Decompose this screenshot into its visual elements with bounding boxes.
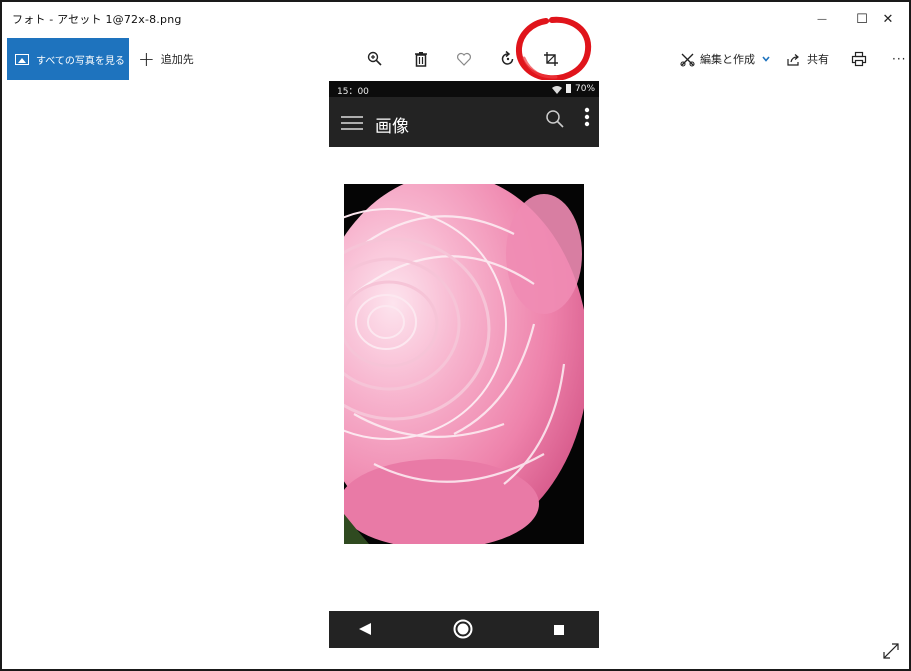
see-all-photos-button[interactable]: すべての写真を見る [7, 38, 129, 80]
phone-status-bar: 15：00 70% [329, 81, 599, 97]
more-button[interactable]: ··· [892, 38, 906, 80]
minimize-button[interactable]: — [802, 6, 842, 32]
print-icon [851, 51, 867, 67]
fullscreen-button[interactable] [881, 641, 901, 661]
share-button[interactable]: 共有 [786, 38, 829, 80]
add-to-button[interactable]: + 追加先 [138, 38, 194, 80]
share-label: 共有 [807, 53, 829, 66]
print-button[interactable] [851, 38, 867, 80]
recents-icon [554, 625, 564, 635]
phone-app-title: 画像 [375, 117, 409, 137]
more-icon: ··· [892, 52, 907, 66]
zoom-icon [367, 51, 382, 66]
title-bar: フォト - アセット 1@72x-8.png — ☐ ✕ [2, 2, 909, 36]
maximize-icon: ☐ [856, 11, 868, 27]
home-icon [453, 619, 473, 639]
phone-app-bar: 画像 [329, 97, 599, 147]
phone-overflow-menu-icon [584, 107, 590, 127]
close-button[interactable]: ✕ [868, 6, 908, 32]
phone-nav-bar [329, 611, 599, 648]
photo-icon [15, 53, 29, 65]
battery-icon [566, 84, 571, 93]
favorite-button[interactable] [451, 46, 477, 72]
phone-battery: 70% [575, 84, 596, 94]
share-icon [787, 53, 799, 66]
expand-icon [883, 643, 899, 659]
delete-icon [415, 52, 427, 67]
see-all-photos-label: すべての写真を見る [36, 55, 125, 67]
wifi-icon [552, 86, 562, 94]
camellia-flower-graphic [344, 184, 584, 544]
hamburger-menu-icon [341, 116, 363, 130]
chevron-down-icon [762, 56, 770, 62]
favorite-icon [457, 52, 471, 66]
plus-icon: + [138, 47, 155, 71]
flower-image [344, 184, 584, 544]
phone-search-icon [546, 110, 564, 128]
minimize-icon: — [817, 13, 827, 25]
phone-status-time: 15：00 [337, 87, 369, 97]
edit-create-button[interactable]: 編集と作成 [680, 38, 771, 80]
photos-app-window: フォト - アセット 1@72x-8.png — ☐ ✕ すべての写真を見る +… [0, 0, 911, 671]
zoom-button[interactable] [362, 46, 388, 72]
edit-create-label: 編集と作成 [700, 53, 755, 66]
delete-button[interactable] [408, 46, 434, 72]
annotation-circle [515, 16, 592, 82]
back-icon [359, 623, 371, 635]
window-title: フォト - アセット 1@72x-8.png [12, 13, 182, 26]
toolbar: すべての写真を見る + 追加先 編集と作成 共有 ··· [2, 38, 909, 80]
add-to-label: 追加先 [160, 53, 194, 66]
close-icon: ✕ [882, 11, 894, 27]
edit-create-icon [680, 53, 695, 67]
